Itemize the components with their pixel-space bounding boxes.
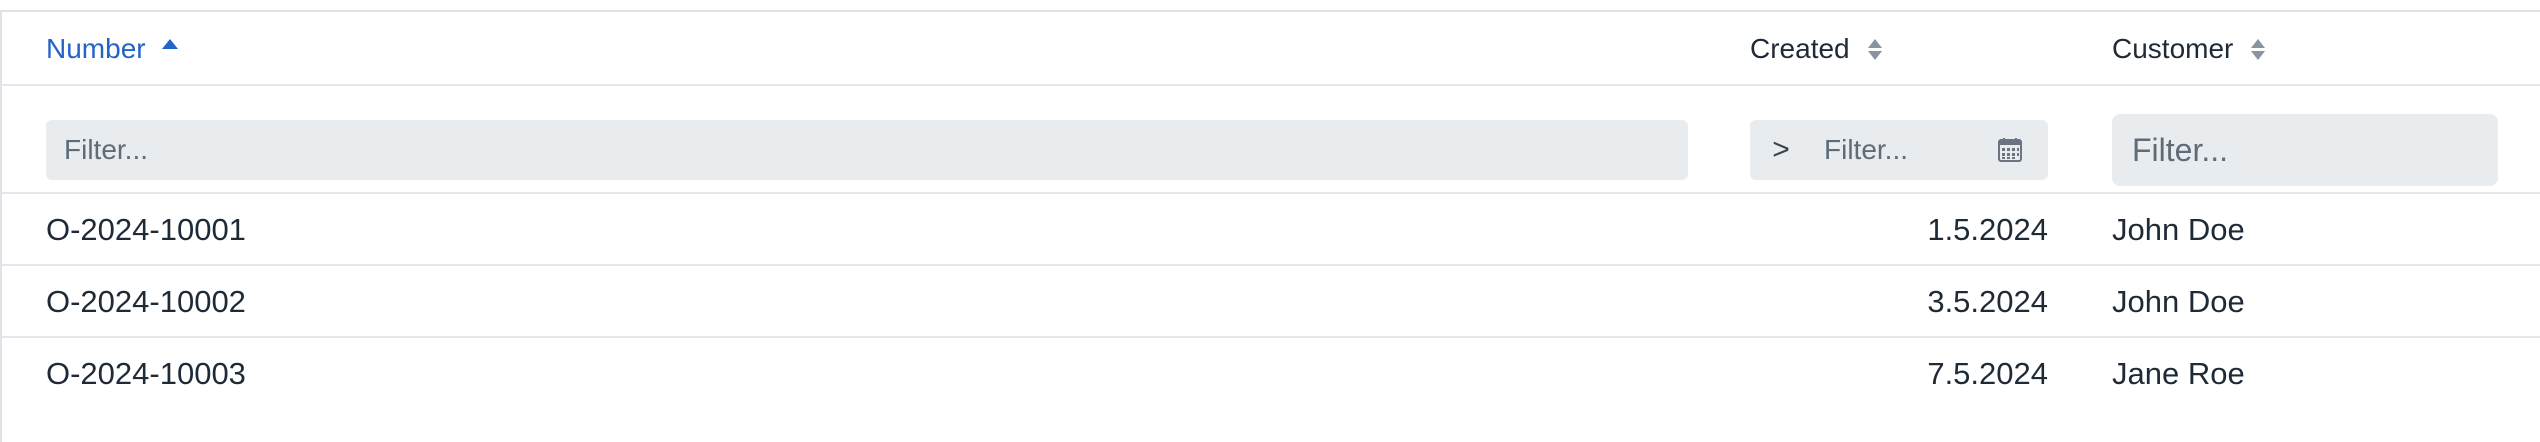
header-number-label: Number [46, 33, 146, 64]
customer-filter-input[interactable] [2112, 114, 2498, 186]
header-created-label: Created [1750, 33, 1850, 64]
table-row[interactable]: O-2024-10003 7.5.2024 Jane Roe [2, 338, 2540, 410]
grid: Number Created Customer > [0, 10, 2540, 442]
header-customer-label: Customer [2112, 33, 2234, 64]
cell-created: 1.5.2024 [1927, 212, 2048, 247]
calendar-icon[interactable] [1996, 136, 2024, 164]
number-filter-input[interactable] [46, 120, 1688, 180]
sort-icon[interactable] [1867, 38, 1882, 60]
created-filter-operator[interactable]: > [1750, 133, 1812, 167]
cell-number: O-2024-10001 [46, 212, 246, 247]
cell-created: 3.5.2024 [1927, 284, 2048, 319]
sort-ascending-icon[interactable] [161, 39, 178, 49]
created-filter-input[interactable] [1812, 120, 1992, 180]
cell-customer: John Doe [2112, 212, 2245, 247]
header-created[interactable]: Created [1750, 12, 2048, 86]
cell-customer: Jane Roe [2112, 356, 2245, 391]
cell-number: O-2024-10002 [46, 284, 246, 319]
header-number[interactable]: Number [46, 12, 178, 86]
cell-number: O-2024-10003 [46, 356, 246, 391]
table-row[interactable]: O-2024-10002 3.5.2024 John Doe [2, 266, 2540, 338]
cell-customer: John Doe [2112, 284, 2245, 319]
sort-icon[interactable] [2251, 38, 2266, 60]
header-customer[interactable]: Customer [2112, 12, 2266, 86]
header-row: Number Created Customer [2, 12, 2540, 86]
filter-row: > [2, 86, 2540, 194]
table-row[interactable]: O-2024-10001 1.5.2024 John Doe [2, 194, 2540, 266]
cell-created: 7.5.2024 [1927, 356, 2048, 391]
created-filter: > [1750, 120, 2048, 180]
